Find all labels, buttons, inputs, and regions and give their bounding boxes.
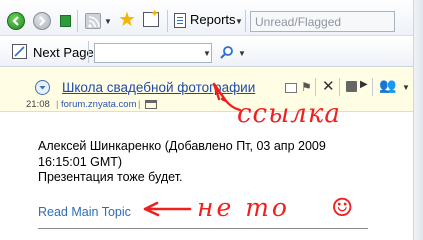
annotation-not-that-label: не то [197,193,290,222]
annotation-smiley: ☺ [331,193,355,222]
annotation-link-label: ссылка [237,99,341,129]
